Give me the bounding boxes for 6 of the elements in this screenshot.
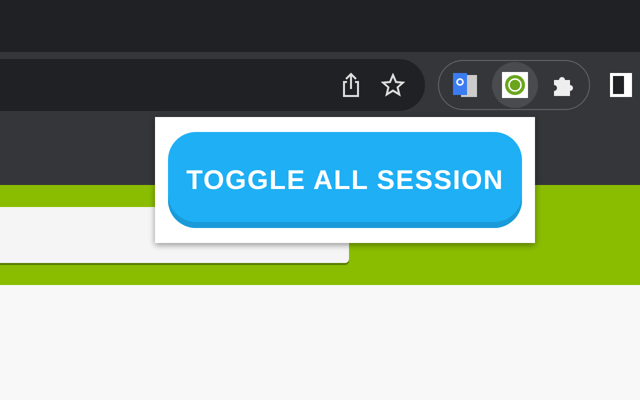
session-extension-icon[interactable]	[502, 72, 528, 98]
star-icon[interactable]	[381, 73, 405, 97]
share-icon[interactable]	[341, 72, 361, 98]
toggle-all-session-button[interactable]: TOGGLE ALL SESSION	[168, 132, 522, 228]
translate-icon[interactable]	[451, 71, 480, 99]
side-panel-icon[interactable]	[610, 73, 632, 97]
